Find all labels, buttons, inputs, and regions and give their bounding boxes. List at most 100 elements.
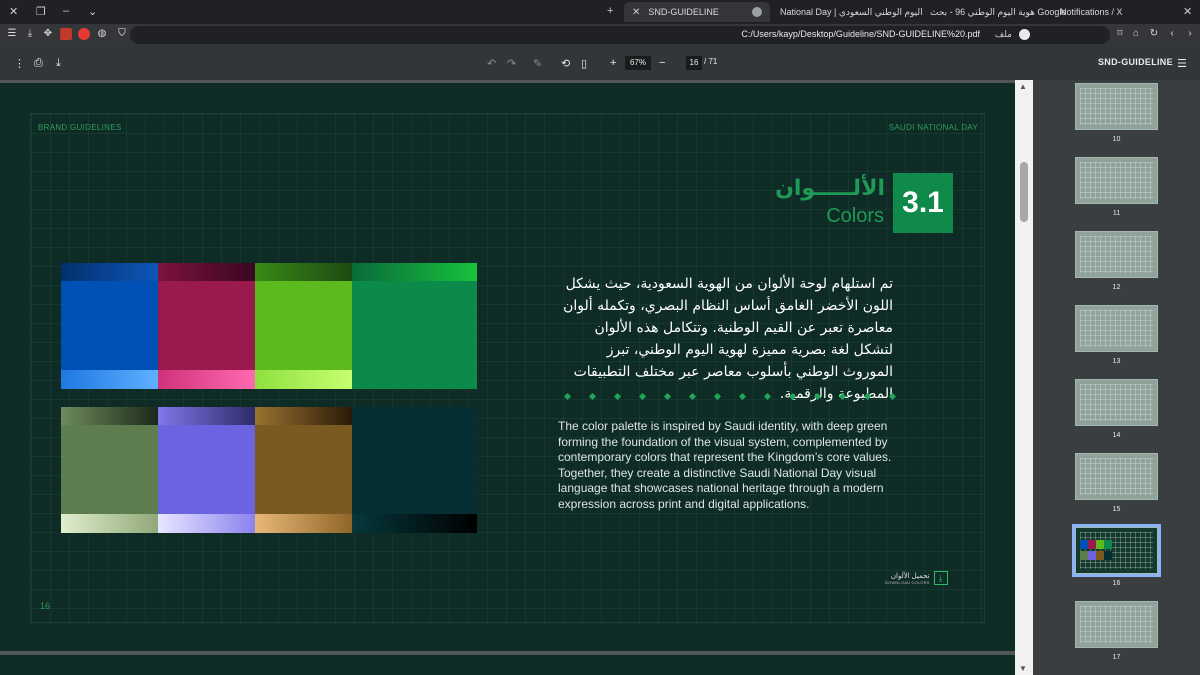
thumbnail-swatch	[1104, 551, 1112, 560]
tab-national-day[interactable]: National Day | اليوم الوطني السعودي	[772, 2, 923, 22]
zoom-in-icon[interactable]: +	[610, 57, 616, 69]
thumbnail-label: 16	[1112, 580, 1121, 587]
thumbnail-label: 13	[1112, 358, 1121, 365]
tab-snd-guideline[interactable]: ✕ SND-GUIDELINE	[624, 2, 770, 22]
swatch-row1-3-bottom	[255, 370, 352, 389]
thumbnail-page-11[interactable]	[1075, 157, 1158, 204]
swatch-row2-2-bottom	[158, 514, 255, 533]
viewer-scrollbar[interactable]: ▲ ▼	[1015, 80, 1033, 675]
section-title-ar: الألـــــوان	[775, 175, 885, 200]
shield-icon[interactable]: ⛉	[116, 28, 128, 40]
zoom-out-icon[interactable]: −	[659, 57, 665, 69]
swatch-row1-1-bottom	[61, 370, 158, 389]
undo-icon[interactable]: ↶	[487, 57, 496, 70]
home-icon[interactable]: ⌂	[1130, 28, 1142, 40]
scroll-down-icon[interactable]: ▼	[1019, 664, 1027, 673]
tab-notifications-x[interactable]: Notifications / X	[1052, 2, 1142, 22]
sidebar-toggle-icon[interactable]: ☰	[1177, 57, 1187, 70]
thumbnail-page-13[interactable]	[1075, 305, 1158, 352]
redo-icon[interactable]: ↷	[507, 57, 516, 70]
swatch-row1-1	[61, 281, 158, 370]
extension-icon[interactable]: ✥	[42, 28, 54, 40]
thumbnail-swatch	[1096, 540, 1104, 549]
thumbnail-swatch	[1104, 540, 1112, 549]
download-label-ar: تحميل الألوان	[890, 572, 930, 580]
thumbnail-page-14[interactable]	[1075, 379, 1158, 426]
thumbnail-sidebar: 10 11 12 13 14 15 16 17	[1033, 80, 1200, 675]
tab-label: SND-GUIDELINE	[648, 7, 719, 17]
swatch-row2-3-top	[255, 407, 352, 425]
download-icon[interactable]: ⤓	[56, 57, 61, 70]
swatch-row1-4-bottom	[352, 370, 477, 389]
page-number-input[interactable]: 16	[686, 56, 702, 70]
annotate-icon[interactable]: ✎	[533, 57, 542, 70]
swatch-row1-4-top	[352, 263, 477, 281]
thumbnail-swatch	[1080, 540, 1088, 549]
swatch-row2-2-top	[158, 407, 255, 425]
menu-icon[interactable]: ☰	[6, 28, 18, 40]
scrollbar-thumb[interactable]	[1020, 162, 1028, 222]
swatch-row1-3	[255, 281, 352, 370]
youtube-icon[interactable]	[78, 28, 90, 40]
section-title-en: Colors	[826, 205, 884, 227]
extension-red-icon[interactable]	[60, 28, 72, 40]
fit-page-icon[interactable]: ▯	[581, 57, 587, 70]
close-window-icon[interactable]: ✕	[9, 5, 18, 18]
tab-bar: ✕ ❐ – ⌄ + ✕ SND-GUIDELINE National Day |…	[0, 0, 1200, 24]
more-options-icon[interactable]: ⋮	[14, 57, 25, 70]
thumbnail-label: 15	[1112, 506, 1121, 513]
close-tab-icon[interactable]: ✕	[1183, 5, 1192, 18]
rotate-icon[interactable]: ⟲	[561, 57, 570, 70]
thumbnail-page-17[interactable]	[1075, 601, 1158, 648]
thumbnail-label: 10	[1112, 136, 1121, 143]
swatch-row2-3-bottom	[255, 514, 352, 533]
back-icon[interactable]: ›	[1184, 28, 1196, 40]
new-tab-button[interactable]: +	[607, 5, 613, 17]
swatch-row2-3	[255, 425, 352, 514]
download-icon[interactable]: ⤓	[24, 28, 36, 40]
thumbnail-page-15[interactable]	[1075, 453, 1158, 500]
thumbnail-swatch	[1088, 551, 1096, 560]
body-text-ar: تم استلهام لوحة الألوان من الهوية السعود…	[563, 276, 893, 402]
reload-icon[interactable]: ↻	[1148, 28, 1160, 40]
header-right: SAUDI NATIONAL DAY	[888, 123, 978, 132]
tab-search-icon[interactable]: ⌄	[88, 5, 97, 18]
swatch-row2-1	[61, 425, 158, 514]
next-pdf-page	[0, 655, 1015, 675]
thumbnail-swatch	[1088, 540, 1096, 549]
thumbnail-label: 12	[1112, 284, 1121, 291]
close-tab-icon[interactable]: ✕	[632, 7, 640, 18]
info-icon[interactable]	[1019, 29, 1030, 40]
thumbnail-page-10[interactable]	[1075, 83, 1158, 130]
section-number: 3.1	[893, 173, 953, 233]
tab-label: هوية اليوم الوطني 96 - بحث Google	[930, 6, 1067, 17]
tab-label: Notifications / X	[1060, 7, 1123, 17]
download-colors-link[interactable]: تحميل الألوان DOWNLOAD COLORS ⤓	[885, 571, 948, 585]
document-title: SND-GUIDELINE	[1098, 57, 1173, 67]
swatch-row2-4-top	[352, 407, 477, 425]
body-text-en: The color palette is inspired by Saudi i…	[558, 419, 892, 511]
thumbnail-page-12[interactable]	[1075, 231, 1158, 278]
extension-icon[interactable]: ◍	[96, 28, 108, 40]
pdf-viewer[interactable]: BRAND GUIDELINES SAUDI NATIONAL DAY 3.1 …	[0, 80, 1015, 675]
restore-window-icon[interactable]: ❐	[36, 5, 46, 18]
url-scheme-label: ملف	[994, 29, 1012, 39]
forward-icon[interactable]: ‹	[1166, 28, 1178, 40]
tab-google-search[interactable]: هوية اليوم الوطني 96 - بحث Google	[922, 2, 1066, 22]
url-field[interactable]: C:/Users/kayp/Desktop/Guideline/SND-GUID…	[130, 26, 1110, 44]
swatch-row1-2-top	[158, 263, 255, 281]
scroll-up-icon[interactable]: ▲	[1019, 82, 1027, 91]
address-bar: ☰ ⤓ ✥ ◍ ⛉ ◎ C:/Users/kayp/Desktop/Guidel…	[0, 24, 1200, 46]
bookmark-icon[interactable]: ⌑	[1114, 28, 1126, 40]
tab-label: National Day | اليوم الوطني السعودي	[780, 6, 923, 17]
swatch-row2-1-bottom	[61, 514, 158, 533]
print-icon[interactable]: ⎙	[34, 57, 43, 70]
thumbnail-page-16[interactable]	[1072, 524, 1161, 577]
swatch-row1-3-top	[255, 263, 352, 281]
thumbnail-swatch	[1080, 551, 1088, 560]
minimize-window-icon[interactable]: –	[63, 5, 69, 17]
zoom-field[interactable]: 67%	[625, 56, 651, 70]
pdf-toolbar: ⋮ ⎙ ⤓ ↶ ↷ ✎ ⟲ ▯ + 67% − 16 / 71 SND-GUID…	[0, 46, 1200, 80]
swatch-row1-2	[158, 281, 255, 370]
swatch-row1-2-bottom	[158, 370, 255, 389]
